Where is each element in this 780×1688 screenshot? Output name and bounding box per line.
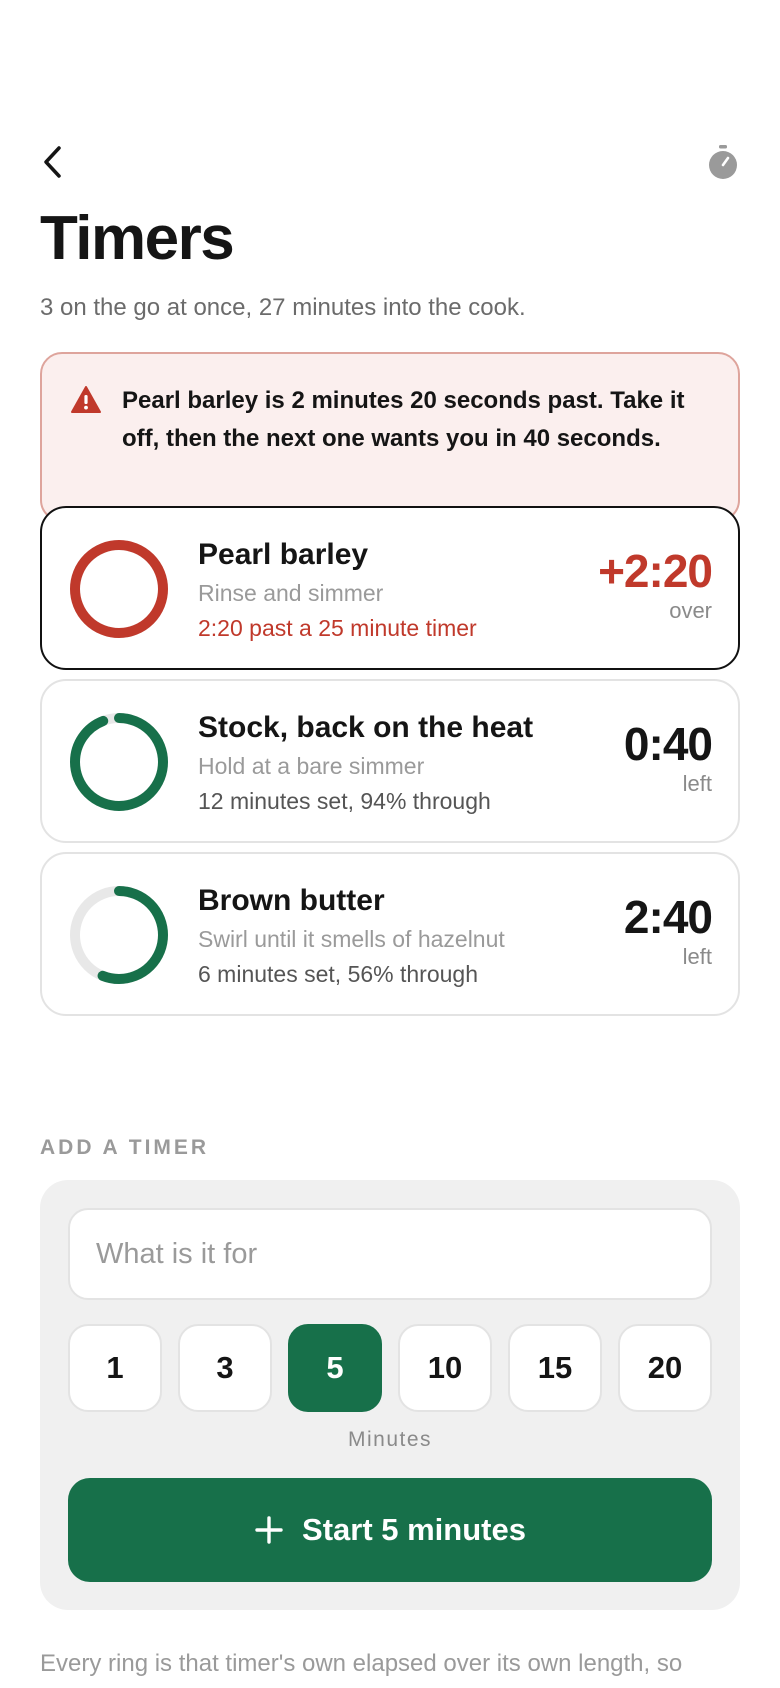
minutes-caption: Minutes [347,1428,433,1451]
start-timer-label: Start 5 minutes [302,1512,526,1547]
minutes-chip-15[interactable]: 15 [508,1324,602,1412]
timer-name: Brown butter [198,884,385,917]
timer-progress-text: 2:20 past a 25 minute timer [198,615,477,641]
minutes-chip-5[interactable]: 5 [288,1324,382,1412]
timer-countdown: 0:40 [623,718,713,770]
add-timer-panel: 1 3 5 10 15 20 Minutes Start 5 minutes [40,1180,740,1610]
stopwatch-button[interactable] [696,140,740,184]
add-timer-heading: ADD A TIMER [40,1136,210,1159]
timer-name-input[interactable] [68,1208,712,1300]
timer-description: Hold at a bare simmer [198,753,425,779]
stopwatch-icon [709,145,737,179]
back-button[interactable] [40,132,84,192]
page-title: Timers [40,204,235,273]
timer-name: Stock, back on the heat [198,711,534,744]
timer-card-brown-butter[interactable]: Brown butter Swirl until it smells of ha… [40,852,740,1016]
minutes-chip-1[interactable]: 1 [68,1324,162,1412]
warning-triangle-icon [71,386,101,413]
timer-unit: left [682,944,712,969]
chevron-left-icon [44,146,61,178]
minutes-chip-20[interactable]: 20 [618,1324,712,1412]
minutes-chip-3[interactable]: 3 [178,1324,272,1412]
timer-countdown: 2:40 [623,891,713,943]
minutes-chips: 1 3 5 10 15 20 [68,1324,712,1412]
progress-ring [70,886,168,984]
overdue-alert: Pearl barley is 2 minutes 20 seconds pas… [40,352,740,522]
start-timer-button[interactable]: Start 5 minutes [68,1478,712,1582]
timer-name: Pearl barley [198,538,369,571]
timer-unit: left [682,771,712,796]
plus-icon [255,1516,283,1544]
timer-progress-text: 12 minutes set, 94% through [198,788,491,814]
timer-progress-text: 6 minutes set, 56% through [198,961,478,987]
timer-unit: over [669,598,712,623]
timer-card-pearl-barley[interactable]: Pearl barley Rinse and simmer 2:20 past … [40,506,740,670]
progress-ring [70,540,168,638]
minutes-chip-10[interactable]: 10 [398,1324,492,1412]
progress-ring [70,713,168,811]
timer-countdown: +2:20 [598,545,713,597]
top-bar [40,132,740,192]
timer-description: Rinse and simmer [198,580,384,606]
page-subtitle: 3 on the go at once, 27 minutes into the… [40,294,526,321]
footnote: Every ring is that timer's own elapsed o… [40,1650,683,1677]
timer-card-stock[interactable]: Stock, back on the heat Hold at a bare s… [40,679,740,843]
alert-text: Pearl barley is 2 minutes 20 seconds pas… [122,387,685,452]
timer-description: Swirl until it smells of hazelnut [198,926,505,952]
